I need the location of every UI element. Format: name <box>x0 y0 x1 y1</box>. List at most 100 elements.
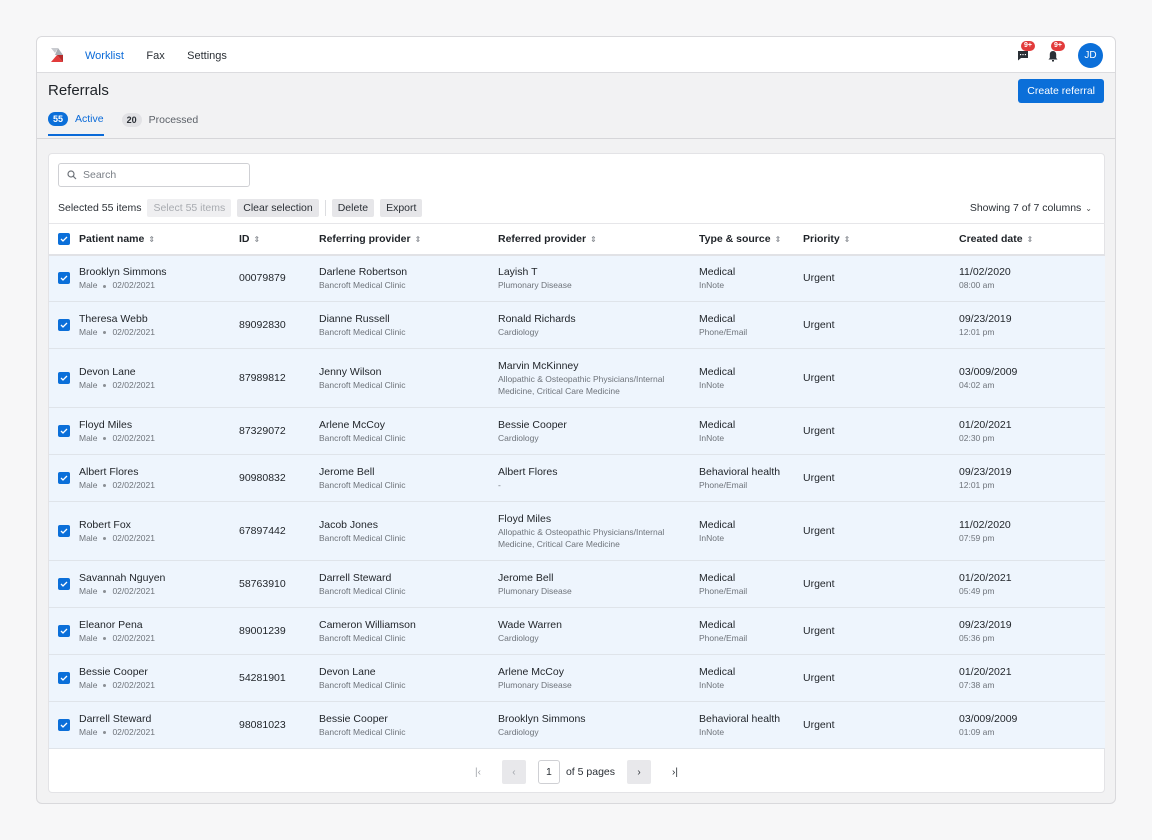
table-row[interactable]: Albert Flores Male 02/02/2021 90980832 Jerom… <box>49 454 1105 502</box>
chevron-down-icon: ⌄ <box>1085 203 1092 213</box>
row-checkbox[interactable] <box>58 625 70 637</box>
row-checkbox[interactable] <box>58 272 70 285</box>
patient-name[interactable]: Darrell Steward <box>79 712 239 726</box>
patient-name[interactable]: Floyd Miles <box>79 418 239 432</box>
column-header-patient-name[interactable]: Patient name ⇕ <box>79 224 239 255</box>
table-row[interactable]: Darrell Steward Male 02/02/2021 98081023 Bes… <box>49 701 1105 749</box>
referred-provider-cell: Albert Flores - <box>498 455 699 502</box>
referral-source: Phone/Email <box>699 480 748 490</box>
created-time: 12:01 pm <box>959 480 995 490</box>
table-row[interactable]: Floyd Miles Male 02/02/2021 87329072 Arlene … <box>49 407 1105 455</box>
column-header-id[interactable]: ID ⇕ <box>239 224 319 255</box>
sort-icon: ⇕ <box>774 234 782 244</box>
column-header-referred-provider[interactable]: Referred provider ⇕ <box>498 224 699 255</box>
priority-cell: Urgent <box>803 561 959 608</box>
nav-settings[interactable]: Settings <box>187 50 227 62</box>
column-header-type-source[interactable]: Type & source ⇕ <box>699 224 803 255</box>
column-header-referring-provider[interactable]: Referring provider ⇕ <box>319 224 498 255</box>
table-row[interactable]: Brooklyn Simmons Male 02/02/2021 00079879 Da… <box>49 254 1105 302</box>
column-header-created-date[interactable]: Created date ⇕ <box>959 224 1105 255</box>
referring-provider-name: Darlene Robertson <box>319 266 408 279</box>
row-checkbox[interactable] <box>58 472 70 484</box>
created-date: 01/20/2021 <box>959 572 1012 584</box>
referring-provider-cell: Jerome Bell Bancroft Medical Clinic <box>319 455 498 502</box>
referral-type: Medical <box>699 666 736 678</box>
selected-count-text: Selected 55 items <box>58 202 142 214</box>
pagination: |‹ ‹ 1 of 5 pages › ›| <box>49 760 1104 784</box>
referring-provider-org: Bancroft Medical Clinic <box>319 727 406 737</box>
search-field[interactable] <box>58 163 250 187</box>
nav-fax[interactable]: Fax <box>146 50 164 62</box>
tab-processed[interactable]: 20 Processed <box>121 113 198 135</box>
patient-dob: 02/02/2021 <box>112 480 155 490</box>
create-referral-button[interactable]: Create referral <box>1018 79 1104 103</box>
user-avatar[interactable]: JD <box>1078 42 1103 68</box>
type-source-cell: Medical InNote <box>699 502 803 561</box>
column-header-label: Type & source <box>699 232 771 245</box>
table-row[interactable]: Theresa Webb Male 02/02/2021 89092830 Dianne… <box>49 301 1105 349</box>
referring-provider-cell: Jacob Jones Bancroft Medical Clinic <box>319 502 498 561</box>
notifications-button[interactable]: 9+ <box>1044 41 1066 69</box>
top-nav-bar: Worklist Fax Settings 9+ 9+ JD <box>37 37 1115 73</box>
patient-gender: Male <box>79 727 98 737</box>
patient-gender: Male <box>79 633 98 643</box>
referring-provider-org: Bancroft Medical Clinic <box>319 633 406 643</box>
app-logo-icon[interactable] <box>49 46 67 64</box>
columns-dropdown-label: Showing 7 of 7 columns <box>969 202 1082 214</box>
patient-name[interactable]: Robert Fox <box>79 518 239 532</box>
referred-provider-name: Wade Warren <box>498 619 562 631</box>
clear-selection-button[interactable]: Clear selection <box>237 199 319 217</box>
referred-provider-name: Marvin McKinney <box>498 360 579 372</box>
select-all-button[interactable]: Select 55 items <box>147 199 232 217</box>
referral-source: Phone/Email <box>699 633 748 643</box>
row-checkbox[interactable] <box>58 319 70 331</box>
row-checkbox[interactable] <box>58 719 70 731</box>
messages-badge: 9+ <box>1021 41 1035 51</box>
prev-page-button[interactable]: ‹ <box>501 760 526 784</box>
referred-provider-name: Ronald Richards <box>498 313 576 325</box>
table-row[interactable]: Savannah Nguyen Male 02/02/2021 58763910 Dar… <box>49 560 1105 608</box>
column-header-priority[interactable]: Priority ⇕ <box>803 224 959 255</box>
patient-name[interactable]: Theresa Webb <box>79 312 239 326</box>
referral-id: 58763910 <box>239 578 286 590</box>
first-page-button[interactable]: |‹ <box>466 760 490 784</box>
next-page-button[interactable]: › <box>627 760 652 784</box>
last-page-icon: ›| <box>672 766 678 778</box>
row-checkbox[interactable] <box>58 372 70 384</box>
priority-cell: Urgent <box>803 349 959 408</box>
tab-active[interactable]: 55 Active <box>48 112 104 136</box>
columns-dropdown[interactable]: Showing 7 of 7 columns ⌄ <box>970 202 1092 214</box>
export-button[interactable]: Export <box>380 199 423 217</box>
patient-name[interactable]: Savannah Nguyen <box>79 571 239 585</box>
referral-type: Medical <box>699 572 736 584</box>
created-date: 11/02/2020 <box>959 519 1011 531</box>
delete-button[interactable]: Delete <box>331 199 375 217</box>
page-number-input[interactable]: 1 <box>537 760 560 784</box>
patient-gender: Male <box>79 380 98 390</box>
last-page-button[interactable]: ›| <box>663 760 687 784</box>
patient-name[interactable]: Devon Lane <box>79 365 239 379</box>
priority-value: Urgent <box>803 319 835 331</box>
patient-name[interactable]: Eleanor Pena <box>79 618 239 632</box>
table-row[interactable]: Bessie Cooper Male 02/02/2021 54281901 Devon… <box>49 654 1105 702</box>
search-input[interactable] <box>83 169 243 181</box>
table-row[interactable]: Eleanor Pena Male 02/02/2021 89001239 Camero… <box>49 607 1105 655</box>
row-checkbox[interactable] <box>58 672 70 684</box>
referral-source: InNote <box>699 433 725 443</box>
select-all-header <box>49 224 79 255</box>
patient-name[interactable]: Albert Flores <box>79 465 239 479</box>
row-checkbox[interactable] <box>58 525 70 537</box>
patient-name[interactable]: Brooklyn Simmons <box>79 265 239 279</box>
patient-gender: Male <box>79 433 98 443</box>
row-select-cell <box>49 408 79 455</box>
referral-id: 98081023 <box>239 719 286 731</box>
referred-provider-specialty: Cardiology <box>498 633 539 643</box>
patient-name[interactable]: Bessie Cooper <box>79 665 239 679</box>
row-checkbox[interactable] <box>58 578 70 590</box>
nav-worklist[interactable]: Worklist <box>85 50 124 62</box>
table-row[interactable]: Devon Lane Male 02/02/2021 87989812 Jenny Wi… <box>49 348 1105 408</box>
row-checkbox[interactable] <box>58 425 70 437</box>
select-all-checkbox[interactable] <box>58 232 70 245</box>
messages-button[interactable]: 9+ <box>1014 41 1036 69</box>
table-row[interactable]: Robert Fox Male 02/02/2021 67897442 Jacob Jo… <box>49 501 1105 561</box>
